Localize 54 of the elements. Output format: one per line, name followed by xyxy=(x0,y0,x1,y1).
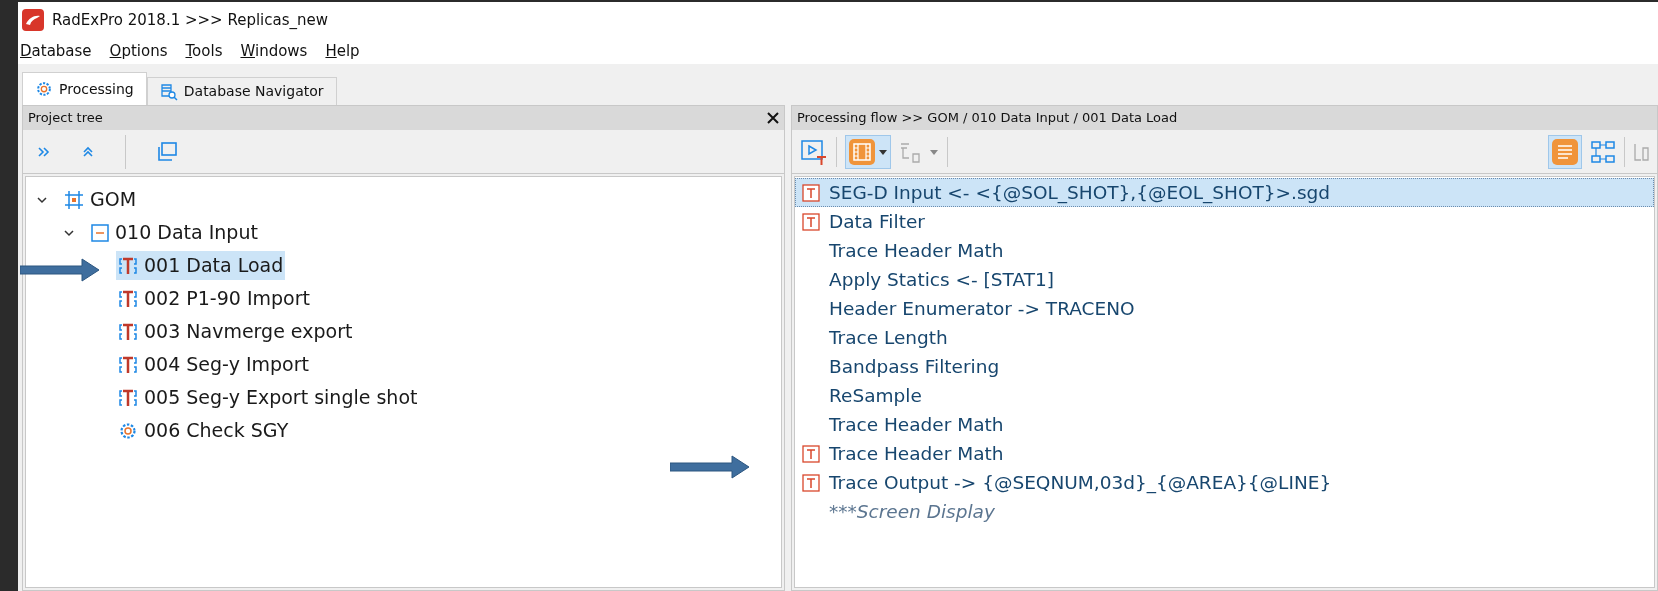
flow-item[interactable]: Bandpass Filtering xyxy=(795,352,1654,381)
menu-item[interactable]: Help xyxy=(325,39,360,63)
tab[interactable]: Processing xyxy=(22,72,147,105)
tree-item[interactable]: GOM xyxy=(62,185,139,214)
menu-item[interactable]: Options xyxy=(109,39,168,63)
expand-all-icon[interactable] xyxy=(37,144,51,159)
app-logo-icon xyxy=(22,9,44,31)
panel-title: Processing flow >> GOM / 010 Data Input / 001 Data Load xyxy=(797,109,1178,128)
frame-icon xyxy=(64,189,84,210)
flow-item[interactable]: Trace Header Math xyxy=(795,439,1654,468)
t-box-icon xyxy=(802,183,820,202)
collapse-box-icon xyxy=(91,223,109,242)
lines-icon xyxy=(1551,137,1579,166)
collapse-all-icon[interactable] xyxy=(81,144,95,159)
flow-item[interactable]: ***Screen Display xyxy=(795,497,1654,526)
menu-item[interactable]: Tools xyxy=(185,39,223,63)
tree-item[interactable]: 010 Data Input xyxy=(89,218,260,247)
diagram-icon[interactable] xyxy=(1590,138,1616,165)
gear-t-icon xyxy=(118,321,138,342)
database-search-icon xyxy=(159,82,178,101)
flow-item[interactable]: Header Enumerator -> TRACENO xyxy=(795,294,1654,323)
t-box-icon xyxy=(802,473,820,492)
flow-item[interactable]: Apply Statics <- [STAT1] xyxy=(795,265,1654,294)
gear-t-icon xyxy=(118,354,138,375)
flow-item[interactable]: Data Filter xyxy=(795,207,1654,236)
run-flow-icon[interactable] xyxy=(800,137,828,166)
flow-item[interactable]: Trace Header Math xyxy=(795,410,1654,439)
tree-item[interactable]: 001 Data Load xyxy=(116,251,286,280)
tree-item[interactable]: 002 P1-90 Import xyxy=(116,284,312,313)
close-icon[interactable] xyxy=(767,112,779,124)
t-box-icon xyxy=(802,444,820,463)
gear-t-icon xyxy=(118,288,138,309)
gear-icon xyxy=(35,80,53,98)
tree-item[interactable]: 003 Navmerge export xyxy=(116,317,355,346)
menu-item[interactable]: Database xyxy=(20,39,92,63)
flow-item[interactable]: ReSample xyxy=(795,381,1654,410)
panel-title: Project tree xyxy=(28,109,103,128)
flow-item[interactable]: Trace Header Math xyxy=(795,236,1654,265)
tree-item[interactable]: 005 Seg-y Export single shot xyxy=(116,383,420,412)
t-box-icon xyxy=(802,212,820,231)
gear-t-icon xyxy=(118,387,138,408)
menu-item[interactable]: Windows xyxy=(240,39,308,63)
gear-icon xyxy=(118,420,138,441)
flow-item[interactable]: Trace Output -> {@SEQNUM,03d}_{@AREA}{@LINE} xyxy=(795,468,1654,497)
gear-t-icon xyxy=(118,255,138,276)
list-view-button[interactable] xyxy=(1548,134,1582,169)
window-title: RadExPro 2018.1 >>> Replicas_new xyxy=(52,9,329,31)
tab[interactable]: Database Navigator xyxy=(146,77,337,105)
flow-item[interactable]: SEG-D Input <- <{@SOL_SHOT},{@EOL_SHOT}>.sgd xyxy=(795,178,1654,207)
tree-item[interactable]: 006 Check SGY xyxy=(116,416,291,445)
tree-item[interactable]: 004 Seg-y Import xyxy=(116,350,311,379)
film-icon xyxy=(848,137,876,166)
windows-icon[interactable] xyxy=(156,140,178,163)
flow-item[interactable]: Trace Length xyxy=(795,323,1654,352)
